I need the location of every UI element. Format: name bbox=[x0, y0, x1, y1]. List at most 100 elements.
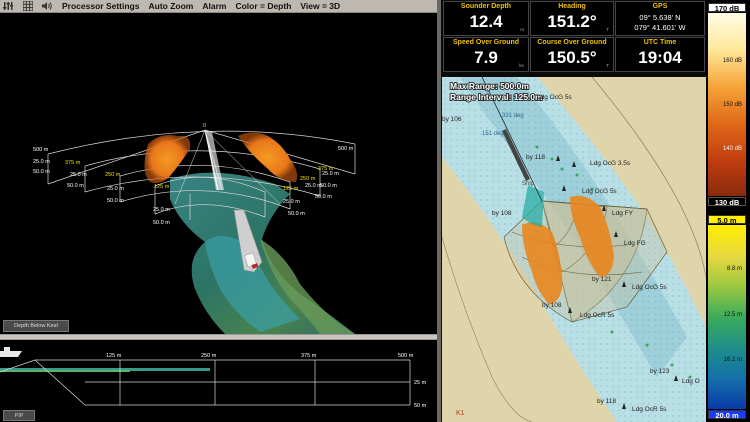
tile-sounder-depth: Sounder Depth 12.4 m bbox=[443, 1, 529, 36]
nautical-chart[interactable]: Max Range: 500.0m Range Interval: 125.0m… bbox=[442, 77, 706, 422]
sonar-3d-scene: 500 m 25.0 m 50.0 m 375 m 25.0 m 50.0 m … bbox=[33, 123, 356, 334]
label-right-inner-1: 50.0 m bbox=[288, 211, 305, 217]
chart-light-label: Ldg OcG 5s bbox=[582, 188, 617, 195]
profile-tick-250: 250 m bbox=[201, 353, 217, 359]
depth-bottom-box[interactable]: 20.0 m bbox=[708, 410, 746, 420]
menu-alarm[interactable]: Alarm bbox=[202, 1, 226, 11]
chart-light-label: Ldg FY bbox=[612, 210, 634, 217]
menu-bar: Processor Settings Auto Zoom Alarm Color… bbox=[0, 0, 437, 13]
db-tick: 140 dB bbox=[722, 146, 742, 152]
tile-gps: GPS 09° 5.638' N 079° 41.601' W bbox=[615, 1, 705, 36]
tile-sog: Speed Over Ground 7.9 kn bbox=[443, 37, 529, 72]
chart-buoy-label: by 123 bbox=[650, 368, 670, 375]
label-right-250-2: 50.0 m bbox=[315, 194, 332, 200]
tile-unit: T bbox=[606, 63, 609, 68]
profile-tick-500: 500 m bbox=[398, 353, 414, 359]
chart-light-label: Ldg FG bbox=[624, 240, 646, 247]
tile-label: Course Over Ground bbox=[537, 39, 607, 46]
utc-value: 19:04 bbox=[638, 48, 682, 67]
gps-longitude: 079° 41.601' W bbox=[634, 23, 686, 32]
grid-icon[interactable] bbox=[22, 1, 33, 11]
chart-overlay-range-interval: Range Interval: 125.0m bbox=[450, 92, 543, 102]
tile-unit: T bbox=[606, 27, 609, 32]
depth-tick: 16.2 m bbox=[723, 357, 742, 363]
label-left-inner-2: 50.0 m bbox=[67, 183, 84, 189]
chart-track-label: 331 deg bbox=[502, 113, 524, 119]
chart-light-label: Ldg O bbox=[682, 378, 700, 385]
tile-unit: kn bbox=[519, 63, 524, 68]
chart-buoy-label: by 118 bbox=[526, 154, 545, 161]
chart-ship-label: Ship bbox=[522, 181, 535, 187]
label-ring-500: 500 m bbox=[33, 147, 49, 153]
label-right-500: 500 m bbox=[338, 146, 354, 152]
tile-label: Sounder Depth bbox=[460, 3, 512, 10]
profile-view[interactable]: 125 m 250 m 375 m 500 m 25 m 50 m bbox=[0, 340, 437, 422]
heading-value: 151.2° bbox=[547, 12, 597, 31]
db-top-box[interactable]: 170 dB bbox=[708, 3, 746, 13]
tile-label: UTC Time bbox=[643, 39, 677, 46]
sliders-icon[interactable] bbox=[2, 1, 13, 11]
chart-corner-mark: K1 bbox=[456, 410, 465, 417]
label-right-inner-0: 25.0 m bbox=[283, 199, 300, 205]
label-center-2: 50.0 m bbox=[153, 220, 170, 226]
tile-label: Speed Over Ground bbox=[452, 39, 520, 46]
depth-below-keel-button[interactable]: Depth Below Keel bbox=[3, 320, 69, 332]
tile-cog: Course Over Ground 150.5° T bbox=[530, 37, 614, 72]
tile-label: Heading bbox=[558, 3, 586, 10]
profile-depth-25: 25 m bbox=[414, 380, 427, 386]
db-tick: 160 dB bbox=[722, 58, 742, 64]
tile-unit: m bbox=[520, 27, 524, 32]
depth-top-box[interactable]: 5.0 m bbox=[708, 215, 746, 225]
label-left-inner-1: 25.0 m bbox=[70, 172, 87, 178]
profile-tick-125: 125 m bbox=[106, 353, 122, 359]
tile-utc: UTC Time 19:04 bbox=[615, 37, 705, 72]
sounder-depth-value: 12.4 bbox=[469, 12, 503, 31]
sonar-3d-view[interactable]: 500 m 25.0 m 50.0 m 375 m 25.0 m 50.0 m … bbox=[0, 14, 437, 334]
chart-light-label: Ldg OcG 3.5s bbox=[590, 160, 631, 167]
profile-scene: 125 m 250 m 375 m 500 m 25 m 50 m bbox=[0, 347, 427, 409]
chart-buoy-label: by 118 bbox=[597, 398, 616, 405]
chart-light-label: Ldg OcR 5s bbox=[632, 406, 667, 413]
label-right-375-2: 50.0 m bbox=[320, 183, 337, 189]
label-center-left-1: 25.0 m bbox=[107, 186, 124, 192]
db-bottom-box[interactable]: 130 dB bbox=[708, 197, 746, 207]
chart-light-label: Ldg OcG 5s bbox=[632, 284, 667, 291]
label-left-inner-0: 375 m bbox=[65, 160, 81, 166]
chart-canvas: Max Range: 500.0m Range Interval: 125.0m… bbox=[442, 77, 706, 422]
gps-latitude: 09° 5.638' N bbox=[639, 13, 681, 22]
pip-button[interactable]: PIP bbox=[3, 410, 35, 421]
label-apex: 0 bbox=[203, 123, 206, 129]
chart-buoy-label: by 108 bbox=[542, 302, 562, 309]
chart-track-label: 151 deg bbox=[482, 131, 504, 137]
menu-color-mode[interactable]: Color = Depth bbox=[235, 1, 291, 11]
color-scale-panel: 170 dB 160 dB 150 dB 140 dB 130 dB 5.0 m… bbox=[706, 0, 750, 422]
ship-side-icon bbox=[0, 347, 22, 357]
label-right-375-1: 25.0 m bbox=[322, 171, 339, 177]
label-right-top: 125 m bbox=[283, 186, 299, 192]
profile-tick-375: 375 m bbox=[301, 353, 317, 359]
label-center-left-0: 250 m bbox=[105, 172, 121, 178]
menu-auto-zoom[interactable]: Auto Zoom bbox=[148, 1, 193, 11]
chart-light-label: Ldg OcG 5s bbox=[537, 94, 572, 101]
chart-overlay-max-range: Max Range: 500.0m bbox=[450, 81, 529, 91]
menu-view-mode[interactable]: View = 3D bbox=[300, 1, 340, 11]
depth-tick: 8.8 m bbox=[726, 266, 742, 272]
label-left-lower-0: 25.0 m bbox=[33, 159, 50, 165]
chart-buoy-label: by 121 bbox=[592, 276, 612, 283]
chart-buoy-label: by 106 bbox=[442, 116, 462, 123]
db-tick: 150 dB bbox=[722, 102, 742, 108]
depth-tick: 12.5 m bbox=[723, 312, 742, 318]
profile-depth-50: 50 m bbox=[414, 403, 427, 409]
label-left-lower-1: 50.0 m bbox=[33, 169, 50, 175]
label-center-0: 125 m bbox=[154, 184, 170, 190]
label-center-1: 25.0 m bbox=[153, 207, 170, 213]
sog-value: 7.9 bbox=[474, 48, 498, 67]
label-right-250-0: 250 m bbox=[300, 176, 316, 182]
tile-label: GPS bbox=[652, 3, 668, 10]
profile-grid bbox=[0, 359, 411, 406]
label-center-left-2: 50.0 m bbox=[107, 198, 124, 204]
sound-icon[interactable] bbox=[42, 1, 53, 11]
cog-value: 150.5° bbox=[547, 48, 597, 67]
chart-light-label: Ldg OcR 5s bbox=[580, 312, 615, 319]
menu-processor-settings[interactable]: Processor Settings bbox=[62, 1, 139, 11]
